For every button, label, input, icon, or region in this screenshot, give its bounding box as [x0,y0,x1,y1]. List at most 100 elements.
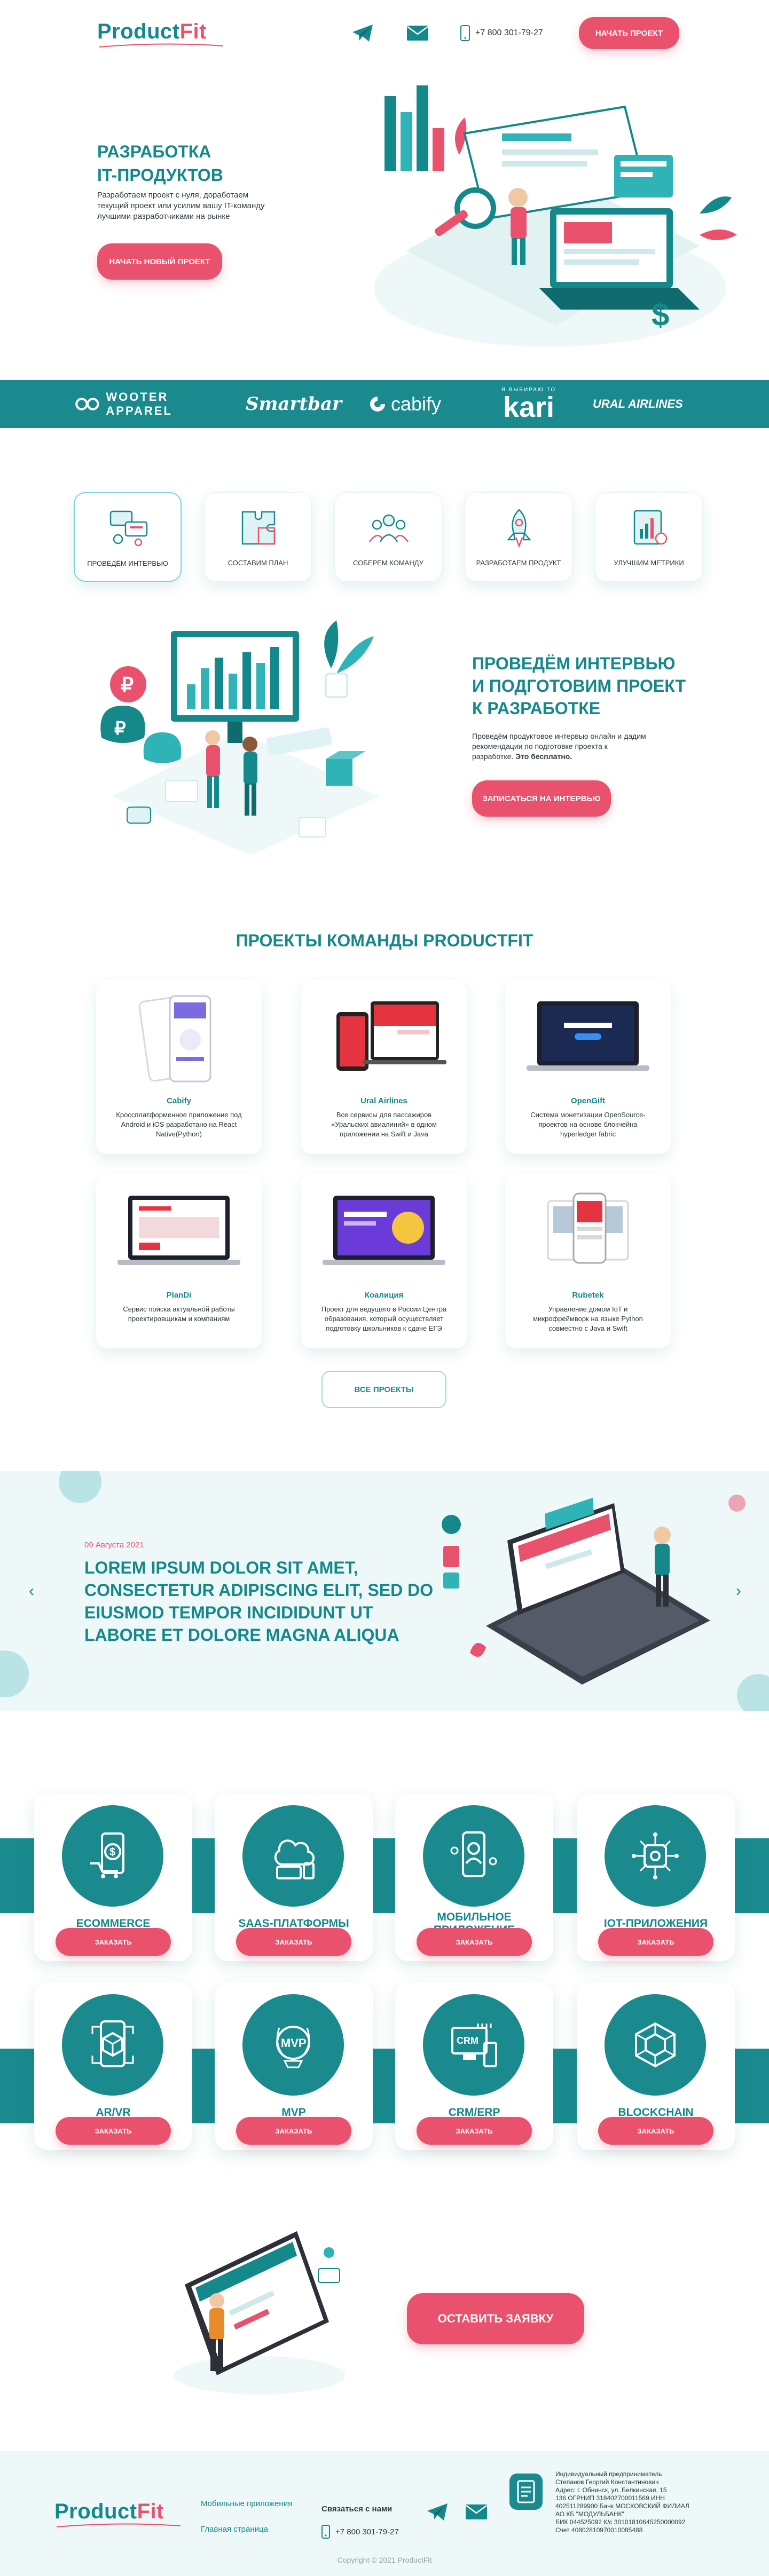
svg-text:₽: ₽ [114,718,126,739]
service-card-crm-erp[interactable]: CRM CRM/ERP Заказать [395,1982,553,2150]
step-label: Проведём интервью [87,559,168,567]
service-card-ecommerce[interactable]: $ Ecommerce Заказать [34,1793,192,1961]
project-description: Кроссплатформенное приложение под Androi… [116,1111,242,1138]
service-card-saas[interactable]: SaaS-платформы Заказать [215,1793,373,1961]
partner-kari-text: kari [503,391,555,423]
interview-description: Проведём продуктовое интервью онлайн и д… [472,732,646,761]
interview-title: Проведём интервью и подготовим проект к … [472,654,686,718]
service-card-ar-vr[interactable]: AR/VR Заказать [34,1982,192,2150]
header-phone-number: +7 800 301-79-27 [475,28,543,37]
wooter-logo-icon [75,398,99,410]
partner-ural-airlines: URAL AIRLINES [593,397,683,410]
step-plan[interactable]: Составим план [204,492,312,582]
start-new-project-button[interactable]: Начать новый проект [97,243,222,280]
mobile-app-icon [450,1831,497,1877]
service-card-blockchain[interactable]: Blockchain Заказать [577,1982,735,2150]
project-name: Rubetek [572,1291,604,1300]
project-description: Управление домом IoT и микрофреймворк на… [533,1305,643,1332]
projects-title: Проекты команды ProductFit [236,931,533,950]
svg-text:MVP: MVP [281,2036,307,2050]
mvp-icon: MVP [276,2026,310,2068]
blog-date: 09 Августа 2021 [84,1540,144,1550]
step-metrics[interactable]: Улучшим метрики [595,492,703,582]
ecommerce-icon: $ [90,1832,124,1878]
order-button[interactable]: Заказать [598,2117,713,2145]
footer-logo-swoosh [56,2523,181,2527]
step-label: Составим план [227,559,288,567]
cabify-logo-icon [370,397,385,412]
logo[interactable]: ProductFit [97,18,225,48]
footer-phone[interactable]: +7 800 301-79-27 [321,2525,399,2539]
order-button[interactable]: Заказать [56,1928,171,1956]
step-label: Соберем команду [353,559,423,567]
crm-icon: CRM [451,2024,497,2067]
footer-link-mobile-apps[interactable]: Мобильные приложения [201,2499,292,2508]
mail-icon[interactable] [406,23,429,43]
project-name: OpenGift [570,1096,606,1105]
logo-text: ProductFit [97,20,207,43]
blog-illustration [442,1498,710,1685]
project-card-opengift[interactable]: OpenGift Система монетизации OpenSource-… [505,980,671,1154]
header-phone[interactable]: +7 800 301-79-27 [460,23,543,43]
footer-contact-title: Связаться с нами [321,2504,393,2514]
metrics-icon [633,510,668,545]
service-card-mobile-app[interactable]: Мобильное приложение Заказать [395,1793,553,1961]
step-interview[interactable]: Проведём интервью [74,492,182,582]
telegram-icon[interactable] [426,2502,450,2522]
project-card-ural-airlines[interactable]: Ural Airlines Все сервисы для пассажиров… [301,980,467,1154]
footer-logo-text: ProductFit [54,2500,164,2523]
order-button[interactable]: Заказать [417,2117,532,2145]
requisites-text: Индивидуальный предприниматель Степанов … [555,2470,689,2534]
svg-text:CRM: CRM [457,2035,478,2046]
service-card-iot[interactable]: IoT-приложения Заказать [577,1793,735,1961]
step-team[interactable]: Соберем команду [334,492,442,582]
step-label: Разработаем продукт [476,559,561,567]
interview-free-note: Это бесплатно. [515,752,572,761]
footer-logo[interactable]: ProductFit [54,2498,183,2527]
project-image-rubetek [547,1192,629,1264]
service-card-mvp[interactable]: MVP MVP Заказать [215,1982,373,2150]
project-image-ural-airlines [336,1001,446,1071]
interview-icon [109,510,148,547]
order-button[interactable]: Заказать [56,2117,171,2145]
order-button[interactable]: Заказать [236,1928,351,1956]
project-image-koalitsiya [323,1196,445,1265]
order-button[interactable]: Заказать [598,1928,713,1956]
order-button[interactable]: Заказать [236,2117,351,2145]
project-name: Коалиция [364,1291,404,1300]
project-card-cabify[interactable]: Cabify Кроссплатформенное приложение под… [96,980,262,1154]
book-interview-button[interactable]: Записаться на интервью [472,780,611,817]
project-card-koalitsiya[interactable]: Коалиция Проект для ведущего в России Це… [301,1174,467,1348]
project-description: Все сервисы для пассажиров «Уральских ав… [331,1111,437,1138]
all-projects-button[interactable]: Все проекты [321,1371,446,1408]
site-footer: ProductFit Мобильные приложения Главная … [0,2451,769,2576]
iot-icon [632,1832,679,1879]
project-image-cabify [138,995,211,1082]
page: ProductFit +7 800 301-79-27 Начать проек… [0,0,769,2576]
partner-smartbar: Smartbar [246,393,342,415]
request-illustration [174,2231,345,2395]
project-image-plandi [117,1196,240,1265]
project-name: PlanDi [166,1291,192,1300]
footer-link-home[interactable]: Главная страница [201,2525,268,2534]
footer-phone-number: +7 800 301-79-27 [335,2527,399,2537]
hero-title: Разработка IT-продуктов [97,142,223,185]
order-button[interactable]: Заказать [417,1928,532,1956]
partner-wooter: WOOTER APPAREL [75,380,214,428]
mail-icon[interactable] [465,2502,488,2522]
project-name: Ural Airlines [360,1096,407,1105]
requisites-card-icon [509,2474,543,2510]
hero-description: Разработаем проект с нуля, доработаем те… [97,191,265,221]
step-develop[interactable]: Разработаем продукт [465,492,572,582]
project-card-plandi[interactable]: PlanDi Сервис поиска актуальной работы п… [96,1174,262,1348]
partner-wooter-text: WOOTER APPAREL [106,390,172,417]
project-card-rubetek[interactable]: Rubetek Управление домом IoT и микрофрей… [505,1174,671,1348]
phone-icon [321,2525,330,2539]
start-project-button[interactable]: Начать проект [579,17,679,49]
leave-request-button[interactable]: Оставить заявку [407,2293,584,2344]
project-description: Сервис поиска актуальной работы проектир… [123,1305,235,1323]
site-header: ProductFit +7 800 301-79-27 Начать проек… [0,0,769,69]
telegram-icon[interactable] [351,23,375,43]
slider-prev-arrow[interactable]: ‹ [23,1583,40,1599]
blog-title[interactable]: Lorem ipsum dolor sit amet, consectetur … [84,1556,458,1646]
